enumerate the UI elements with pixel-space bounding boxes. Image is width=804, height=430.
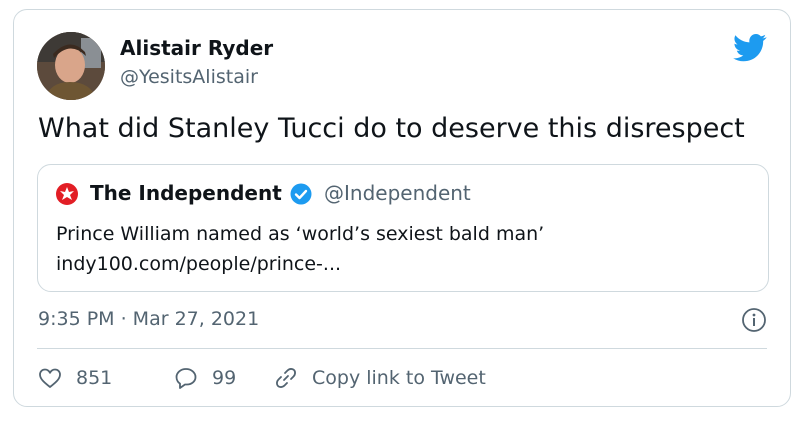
quoted-link: indy100.com/people/prince-... <box>56 253 342 275</box>
like-count: 851 <box>76 367 113 389</box>
twitter-bird-icon[interactable] <box>733 34 767 62</box>
quoted-text: Prince William named as ‘world’s sexiest… <box>56 223 545 245</box>
copy-link-label: Copy link to Tweet <box>312 367 486 389</box>
author-name[interactable]: Alistair Ryder <box>120 36 273 60</box>
copy-link-button[interactable]: Copy link to Tweet <box>274 364 486 392</box>
reply-count: 99 <box>212 367 237 389</box>
reply-button[interactable]: 99 <box>174 364 236 392</box>
link-icon <box>276 368 296 388</box>
tweet-card[interactable]: Alistair Ryder @YesitsAlistair What did … <box>13 9 791 407</box>
quoted-tweet[interactable]: The Independent @Independent Prince Will… <box>37 164 769 292</box>
info-icon[interactable] <box>741 307 767 333</box>
verified-badge-icon <box>290 183 312 205</box>
heart-icon <box>39 368 61 388</box>
tweet-text: What did Stanley Tucci do to deserve thi… <box>38 113 745 144</box>
divider <box>37 348 767 349</box>
independent-logo-icon <box>56 183 78 205</box>
quoted-author-handle: @Independent <box>324 181 471 205</box>
quoted-author-name: The Independent <box>90 181 282 205</box>
author-handle[interactable]: @YesitsAlistair <box>120 66 258 88</box>
avatar[interactable] <box>37 32 105 100</box>
reply-icon <box>175 368 197 389</box>
like-button[interactable]: 851 <box>38 364 112 392</box>
timestamp[interactable]: 9:35 PM · Mar 27, 2021 <box>38 308 259 330</box>
